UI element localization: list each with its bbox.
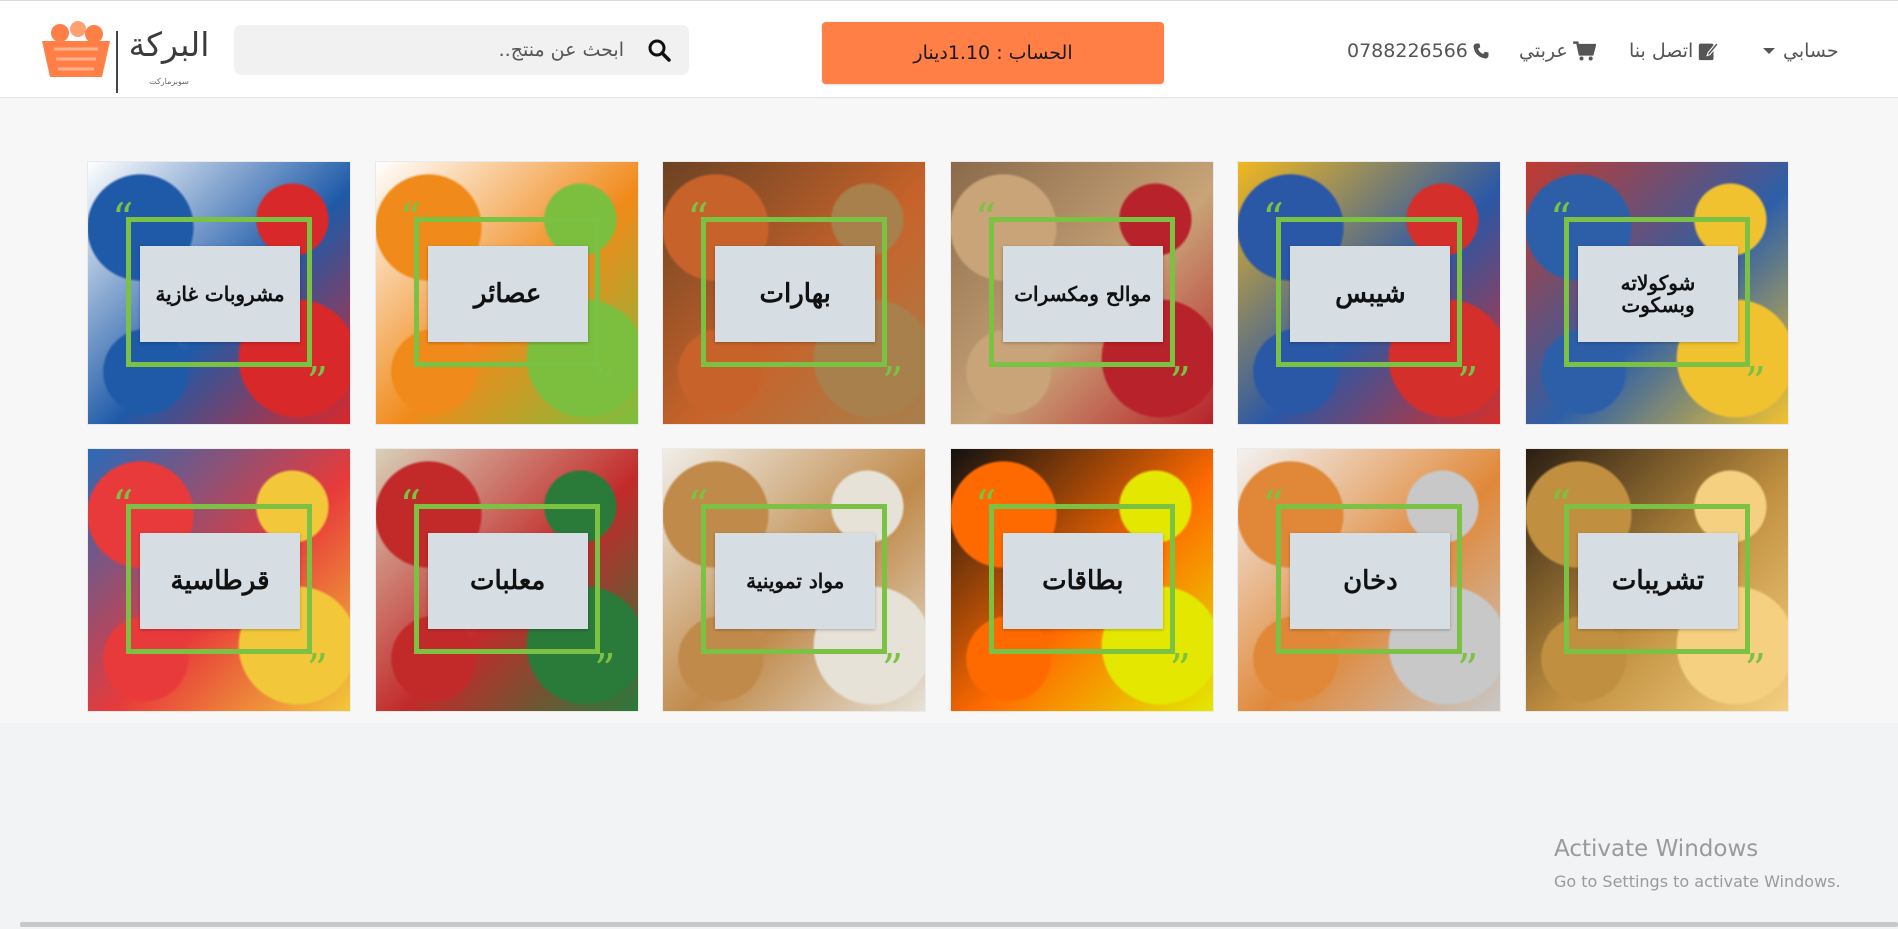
basket-logo-icon bbox=[42, 21, 110, 77]
quote-mark-icon: ” bbox=[881, 645, 904, 694]
quote-mark-icon: ” bbox=[1456, 645, 1479, 694]
cart-icon bbox=[1572, 41, 1596, 61]
category-tile[interactable]: “ ” مشروبات غازية bbox=[88, 162, 351, 424]
category-tile[interactable]: “ ” بهارات bbox=[663, 162, 926, 424]
quote-mark-icon: ” bbox=[1744, 358, 1766, 407]
phone-icon bbox=[1473, 43, 1489, 59]
cart-link[interactable]: عربتي bbox=[1519, 37, 1596, 65]
quote-mark-icon: ” bbox=[306, 358, 329, 407]
quote-mark-icon: “ bbox=[112, 194, 134, 243]
category-tile[interactable]: “ ” شيبس bbox=[1238, 162, 1501, 424]
category-label: معلبات bbox=[427, 533, 588, 629]
category-tile[interactable]: “ ” قرطاسية bbox=[88, 449, 351, 711]
category-label: بطاقات bbox=[1002, 533, 1163, 629]
quote-mark-icon: “ bbox=[112, 481, 134, 530]
quote-mark-icon: ” bbox=[306, 645, 329, 694]
category-tile[interactable]: “ ” دخان bbox=[1238, 449, 1501, 711]
category-label: عصائر bbox=[427, 246, 588, 342]
cart-label: عربتي bbox=[1519, 40, 1568, 62]
category-tile[interactable]: “ ” بطاقات bbox=[950, 449, 1213, 711]
navbar: البركة سوبرماركت الحساب : 1.10دينار 0788… bbox=[0, 0, 1898, 98]
search-box bbox=[234, 25, 689, 75]
activate-windows-watermark: Activate Windows Go to Settings to activ… bbox=[1554, 836, 1841, 891]
quote-mark-icon: “ bbox=[1262, 194, 1284, 243]
quote-mark-icon: ” bbox=[881, 358, 904, 407]
logo-subtitle: سوبرماركت bbox=[149, 77, 189, 86]
store-logo[interactable]: البركة سوبرماركت bbox=[38, 15, 214, 93]
category-label: شوكولاته وبسكوت bbox=[1578, 246, 1738, 342]
category-tile[interactable]: “ ” شوكولاته وبسكوت bbox=[1526, 162, 1788, 424]
category-label: شيبس bbox=[1290, 246, 1451, 342]
quote-mark-icon: “ bbox=[1550, 194, 1572, 243]
quote-mark-icon: “ bbox=[687, 481, 709, 530]
phone-number: 0788226566 bbox=[1347, 40, 1468, 62]
watermark-subtitle: Go to Settings to activate Windows. bbox=[1554, 872, 1841, 891]
logo-text: البركة bbox=[128, 25, 210, 64]
category-tile[interactable]: “ ” تشريبات bbox=[1526, 449, 1788, 711]
quote-mark-icon: “ bbox=[974, 481, 997, 530]
quote-mark-icon: ” bbox=[594, 358, 616, 407]
category-label: دخان bbox=[1290, 533, 1451, 629]
quote-mark-icon: ” bbox=[1744, 645, 1766, 694]
account-balance-button[interactable]: الحساب : 1.10دينار bbox=[822, 22, 1164, 84]
quote-mark-icon: “ bbox=[974, 194, 997, 243]
chevron-down-icon bbox=[1763, 48, 1775, 54]
category-tile[interactable]: “ ” معلبات bbox=[375, 449, 638, 711]
category-label: موالح ومكسرات bbox=[1002, 246, 1163, 342]
category-tile[interactable]: “ ” عصائر bbox=[375, 162, 638, 424]
quote-mark-icon: “ bbox=[399, 481, 422, 530]
account-label: حسابي bbox=[1783, 40, 1839, 62]
quote-mark-icon: “ bbox=[1262, 481, 1284, 530]
watermark-title: Activate Windows bbox=[1554, 836, 1759, 862]
phone-link[interactable]: 0788226566 bbox=[1347, 37, 1490, 65]
quote-mark-icon: ” bbox=[594, 645, 616, 694]
contact-link[interactable]: اتصل بنا bbox=[1629, 37, 1720, 65]
category-tile[interactable]: “ ” مواد تموينية bbox=[663, 449, 926, 711]
quote-mark-icon: ” bbox=[1169, 645, 1191, 694]
quote-mark-icon: “ bbox=[399, 194, 422, 243]
quote-mark-icon: ” bbox=[1169, 358, 1191, 407]
category-label: تشريبات bbox=[1578, 533, 1738, 629]
category-label: قرطاسية bbox=[140, 533, 301, 629]
search-input[interactable] bbox=[254, 25, 624, 75]
logo-divider bbox=[116, 31, 118, 93]
category-label: مشروبات غازية bbox=[140, 246, 301, 342]
search-icon[interactable] bbox=[647, 38, 671, 62]
categories-grid: “ ” شوكولاته وبسكوت “ ” شيبس “ ” موالح و… bbox=[88, 162, 1788, 711]
quote-mark-icon: ” bbox=[1456, 358, 1479, 407]
edit-icon bbox=[1699, 41, 1720, 61]
horizontal-scrollbar[interactable] bbox=[20, 922, 1898, 927]
account-dropdown[interactable]: حسابي bbox=[1763, 37, 1839, 65]
quote-mark-icon: “ bbox=[687, 194, 709, 243]
category-label: مواد تموينية bbox=[715, 533, 876, 629]
page-footer-area bbox=[0, 723, 1898, 929]
category-tile[interactable]: “ ” موالح ومكسرات bbox=[950, 162, 1213, 424]
category-label: بهارات bbox=[715, 246, 876, 342]
quote-mark-icon: “ bbox=[1550, 481, 1572, 530]
contact-label: اتصل بنا bbox=[1629, 40, 1694, 62]
